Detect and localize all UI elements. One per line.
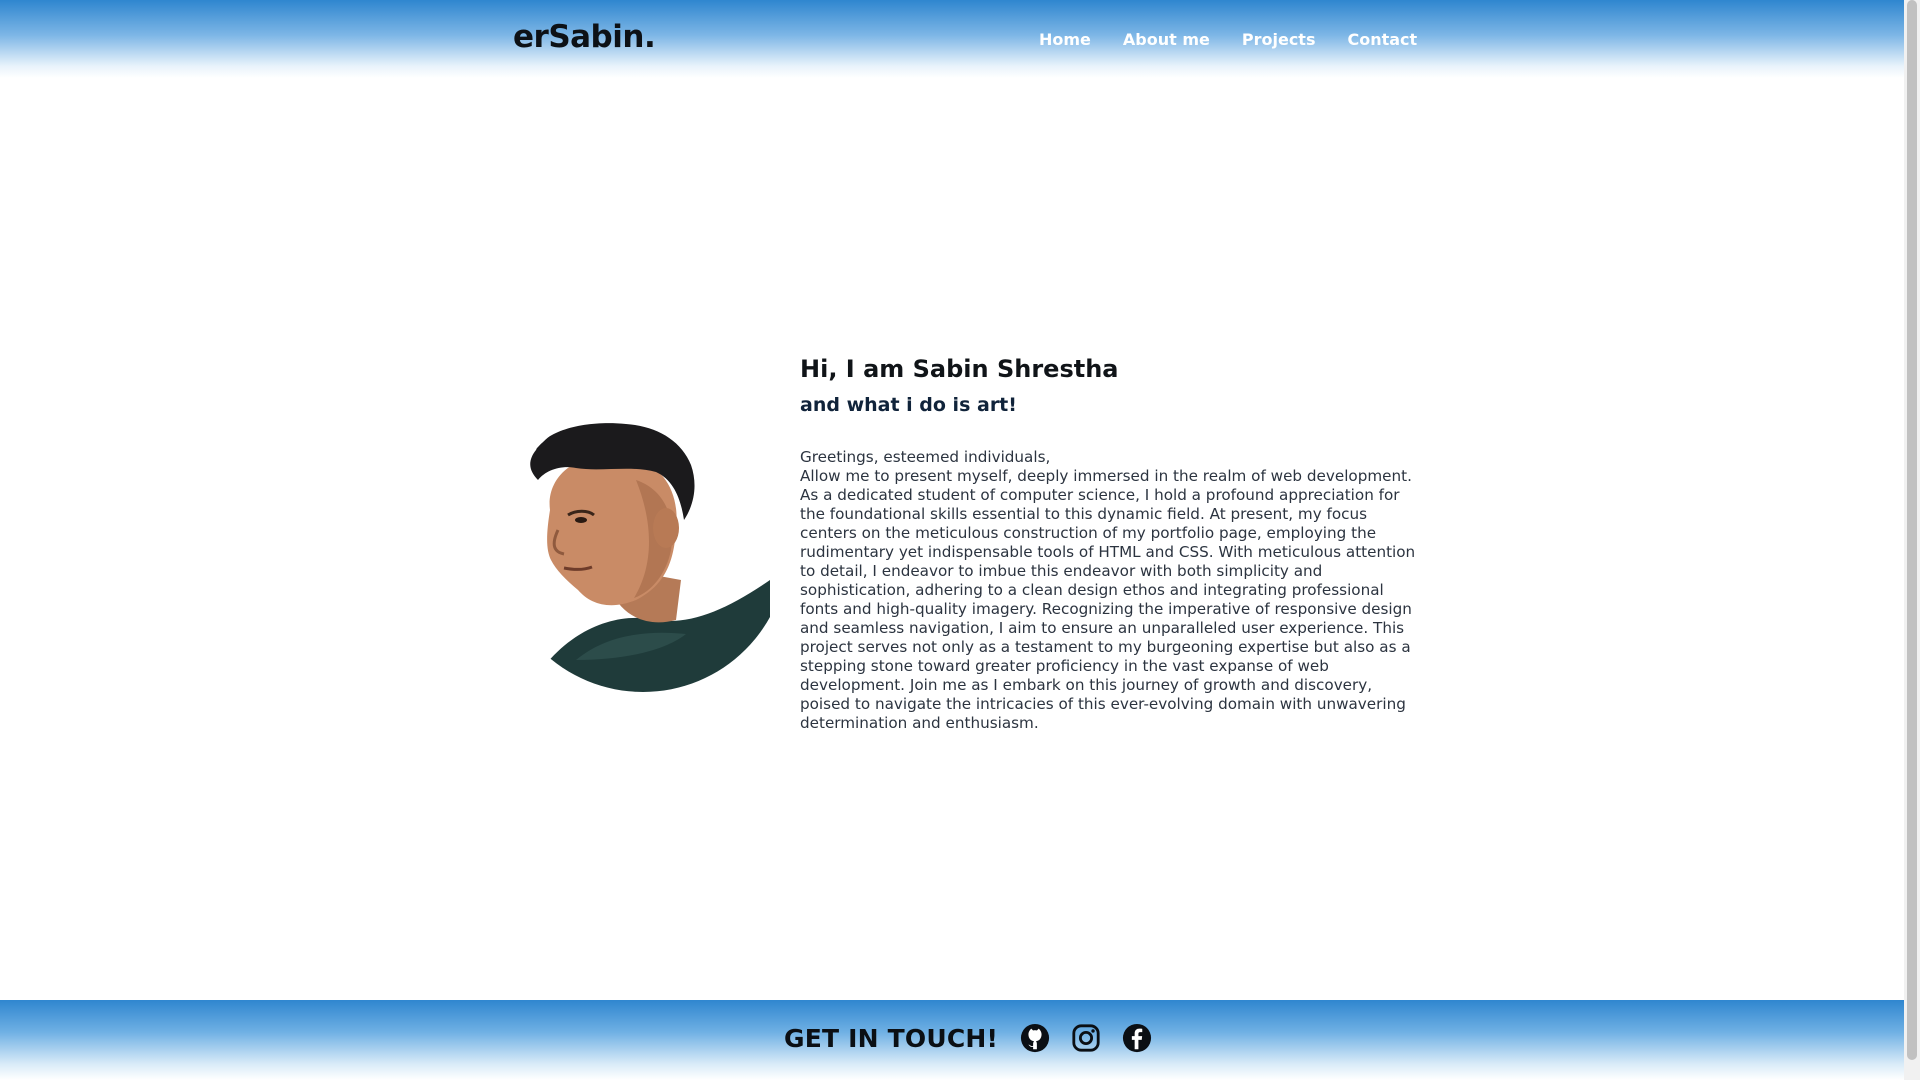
vertical-scrollbar[interactable]: [1904, 0, 1920, 1080]
site-header: erSabin. Home About me Projects Contact: [0, 0, 1904, 78]
main-nav: Home About me Projects Contact: [1039, 30, 1417, 49]
bio-text: Allow me to present myself, deeply immer…: [800, 467, 1416, 732]
brand-logo[interactable]: erSabin.: [513, 19, 656, 55]
profile-photo: [521, 423, 770, 692]
nav-contact[interactable]: Contact: [1347, 30, 1417, 49]
bio-paragraph: Greetings, esteemed individuals, Allow m…: [800, 448, 1425, 733]
portfolio-page: erSabin. Home About me Projects Contact: [0, 0, 1904, 1080]
browser-viewport: erSabin. Home About me Projects Contact: [0, 0, 1920, 1080]
scrollbar-thumb[interactable]: [1907, 0, 1917, 1060]
nav-about-me[interactable]: About me: [1123, 30, 1210, 49]
intro-section: Hi, I am Sabin Shrestha and what i do is…: [800, 352, 1425, 733]
get-in-touch-heading: GET IN TOUCH!: [784, 1023, 999, 1053]
facebook-icon[interactable]: [1122, 1023, 1152, 1053]
instagram-icon[interactable]: [1071, 1023, 1101, 1053]
tagline: and what i do is art!: [800, 394, 1017, 416]
nav-home[interactable]: Home: [1039, 30, 1091, 49]
page-title: Hi, I am Sabin Shrestha: [800, 355, 1119, 383]
bio-greeting: Greetings, esteemed individuals,: [800, 448, 1051, 466]
footer-contact: GET IN TOUCH!: [784, 1023, 1152, 1053]
github-icon[interactable]: [1020, 1023, 1050, 1053]
nav-projects[interactable]: Projects: [1242, 30, 1316, 49]
site-footer: GET IN TOUCH!: [0, 1000, 1904, 1080]
